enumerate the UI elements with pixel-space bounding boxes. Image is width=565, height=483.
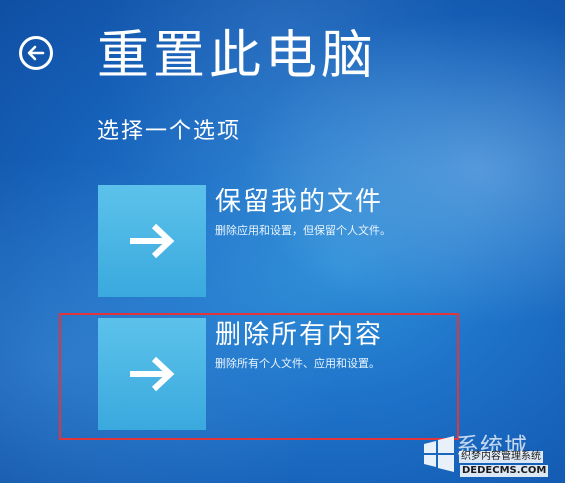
option-keep-files[interactable]: 保留我的文件 删除应用和设置，但保留个人文件。 — [98, 185, 458, 300]
arrow-right-icon — [130, 223, 175, 259]
option-title: 保留我的文件 — [215, 187, 384, 217]
watermark-url: DEDECMS.COM — [460, 465, 549, 477]
back-arrow-icon — [27, 45, 45, 61]
windows-logo-icon — [424, 436, 454, 472]
page-title: 重置此电脑 — [97, 26, 378, 86]
page-subtitle: 选择一个选项 — [97, 119, 242, 144]
watermark-subtitle: 织梦内容管理系统 — [459, 451, 543, 463]
option-tile[interactable] — [98, 185, 206, 297]
watermark: 系统城 织梦内容管理系统 DEDECMS.COM — [420, 434, 565, 483]
highlight-box — [59, 313, 459, 440]
option-description: 删除应用和设置，但保留个人文件。 — [215, 224, 391, 237]
back-button[interactable] — [19, 36, 53, 70]
